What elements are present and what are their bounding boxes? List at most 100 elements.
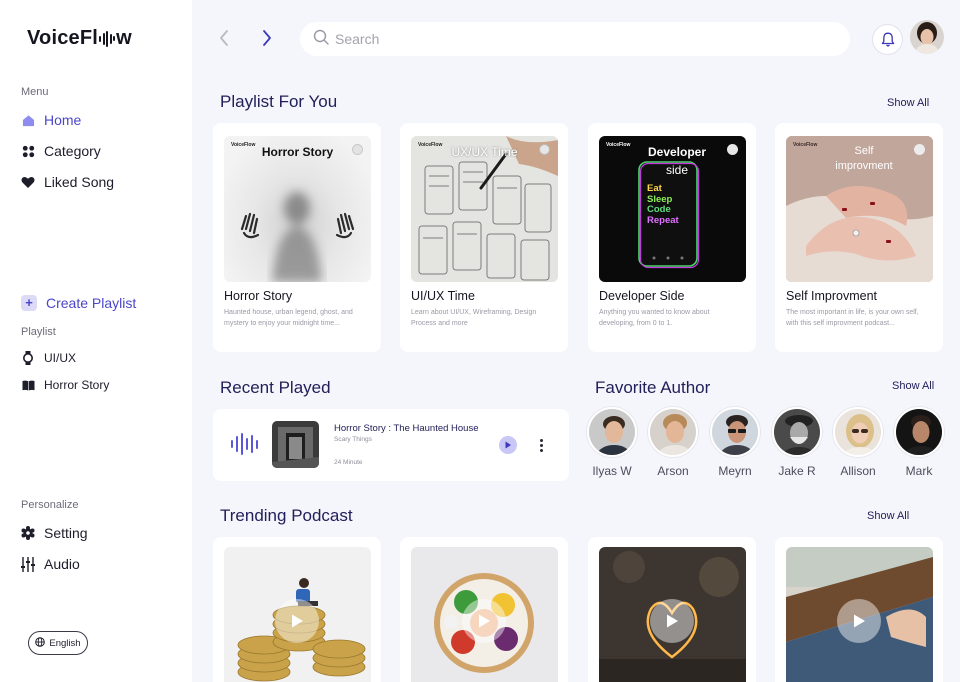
logo-wave-icon: [99, 30, 116, 47]
sidebar-item-label: Liked Song: [44, 174, 115, 190]
author-name: Allison: [840, 464, 876, 478]
language-button[interactable]: English: [28, 631, 88, 655]
cover-dot-icon: [727, 144, 738, 155]
author-allison[interactable]: Allison: [831, 407, 885, 478]
audio-wave-icon: [231, 432, 258, 456]
author-name: Mark: [905, 464, 933, 478]
chevron-right-icon: [263, 30, 271, 46]
sidebar-playlist-label: Horror Story: [44, 378, 110, 392]
sidebar-playlist-uiux[interactable]: UI/UX: [21, 351, 76, 365]
play-icon: [505, 441, 511, 449]
category-icon: [21, 144, 35, 158]
cover-dot-icon: [914, 144, 925, 155]
podcast-card-coins[interactable]: [224, 547, 371, 682]
bell-icon: [881, 32, 894, 47]
playlist-label: Playlist: [21, 326, 56, 338]
podcast-play-button[interactable]: [837, 599, 881, 643]
recent-title: Horror Story : The Haunted House: [334, 423, 479, 434]
notification-button[interactable]: [872, 24, 903, 55]
author-avatar: [772, 407, 822, 457]
podcast-play-button[interactable]: [462, 599, 506, 643]
author-ilyas-w[interactable]: Ilyas W: [585, 407, 639, 478]
back-button[interactable]: [217, 28, 233, 50]
cover-title-line1: Developer: [647, 145, 707, 159]
playlist-card-self-improvment[interactable]: VoiceFlow Self improvment Self Improvmen…: [775, 123, 943, 352]
self-improvment-cover: VoiceFlow Self improvment: [786, 136, 933, 282]
playlist-show-all-link[interactable]: Show All: [887, 97, 929, 109]
sidebar-item-label: Audio: [44, 556, 80, 572]
cover-dot-icon: [352, 144, 363, 155]
sidebar-playlist-horror-story[interactable]: Horror Story: [21, 378, 109, 392]
author-avatar: [710, 407, 760, 457]
app-logo[interactable]: VoiceFl w: [27, 27, 132, 50]
play-icon: [667, 614, 678, 628]
watch-icon: [21, 351, 35, 365]
author-mark[interactable]: Mark: [892, 407, 946, 478]
more-options-button[interactable]: [536, 436, 546, 454]
podcast-play-button[interactable]: [650, 599, 694, 643]
equalizer-icon: [21, 556, 35, 572]
forward-button[interactable]: [260, 28, 276, 50]
podcast-card-reading[interactable]: [786, 547, 933, 682]
podcast-play-button[interactable]: [275, 599, 319, 643]
author-jake-r[interactable]: Jake R: [770, 407, 824, 478]
phone-screen-text: Eat Sleep Code Repeat: [647, 183, 679, 226]
recent-thumbnail: [272, 421, 319, 468]
author-avatar: [833, 407, 883, 457]
playlist-card-title: Self Improvment: [786, 289, 878, 303]
podcast-card-lights[interactable]: [599, 547, 746, 682]
personalize-label: Personalize: [21, 499, 79, 511]
search-input[interactable]: [335, 31, 815, 47]
sidebar-item-liked-song[interactable]: Liked Song: [21, 174, 114, 190]
sidebar-item-category[interactable]: Category: [21, 143, 101, 159]
user-avatar[interactable]: [910, 20, 944, 54]
sidebar-item-audio[interactable]: Audio: [21, 556, 80, 572]
developer-side-cover: VoiceFlow Developer side Eat Sleep Code …: [599, 136, 746, 282]
sidebar-item-home[interactable]: Home: [21, 112, 81, 128]
create-playlist-label: Create Playlist: [46, 295, 137, 311]
playlist-card-desc: Anything you wanted to know about develo…: [599, 309, 710, 327]
playlist-card-uiux-time[interactable]: VoiceFlow UX/UX Time UI/UX Time Learn ab…: [400, 123, 568, 352]
playlist-section-title: Playlist For You: [220, 92, 338, 111]
plus-icon: +: [21, 295, 37, 311]
author-section-title: Favorite Author: [595, 378, 711, 397]
search-bar[interactable]: [300, 22, 850, 56]
sidebar-item-label: Category: [44, 143, 101, 159]
author-name: Arson: [657, 464, 689, 478]
playlist-card-horror-story[interactable]: VoiceFlow Horror Story Horror Story Haun…: [213, 123, 381, 352]
cover-title-line2: improvment: [835, 160, 893, 172]
create-playlist-button[interactable]: + Create Playlist: [21, 295, 136, 311]
search-icon: [313, 29, 329, 50]
home-icon: [21, 113, 35, 127]
author-arson[interactable]: Arson: [646, 407, 700, 478]
play-icon: [854, 614, 865, 628]
recent-played-item[interactable]: Horror Story : The Haunted House Scary T…: [213, 409, 569, 481]
cover-dot-icon: [539, 144, 550, 155]
recent-section-title: Recent Played: [220, 378, 331, 397]
sidebar-item-label: Setting: [44, 525, 88, 541]
playlist-card-developer-side[interactable]: VoiceFlow Developer side Eat Sleep Code …: [588, 123, 756, 352]
sidebar-item-setting[interactable]: Setting: [21, 525, 88, 541]
recent-subtitle: Scary Things: [334, 436, 372, 443]
menu-label: Menu: [21, 86, 49, 98]
uiux-time-cover: VoiceFlow UX/UX Time: [411, 136, 558, 282]
podcast-section-title: Trending Podcast: [220, 506, 353, 525]
sidebar: VoiceFl w Menu Home Category Liked Song …: [0, 0, 192, 682]
author-avatar: [894, 407, 944, 457]
playlist-card-desc: Haunted house, urban legend, ghost, and …: [224, 309, 353, 327]
podcast-show-all-link[interactable]: Show All: [867, 510, 909, 522]
author-name: Ilyas W: [592, 464, 632, 478]
sidebar-playlist-label: UI/UX: [44, 351, 77, 365]
book-icon: [21, 378, 35, 392]
sidebar-item-label: Home: [44, 112, 82, 128]
playlist-card-desc: Learn about UI/UX, Wireframing, Design P…: [411, 309, 537, 327]
recent-duration: 24 Minute: [334, 459, 363, 466]
author-name: Jake R: [778, 464, 816, 478]
play-button[interactable]: [499, 436, 517, 454]
author-show-all-link[interactable]: Show All: [892, 380, 934, 392]
author-meyrn[interactable]: Meyrn: [708, 407, 762, 478]
cover-title-line2: side: [665, 163, 688, 177]
podcast-card-salad[interactable]: [411, 547, 558, 682]
playlist-card-desc: The most important in life, is your own …: [786, 309, 919, 327]
language-label: English: [49, 637, 81, 649]
